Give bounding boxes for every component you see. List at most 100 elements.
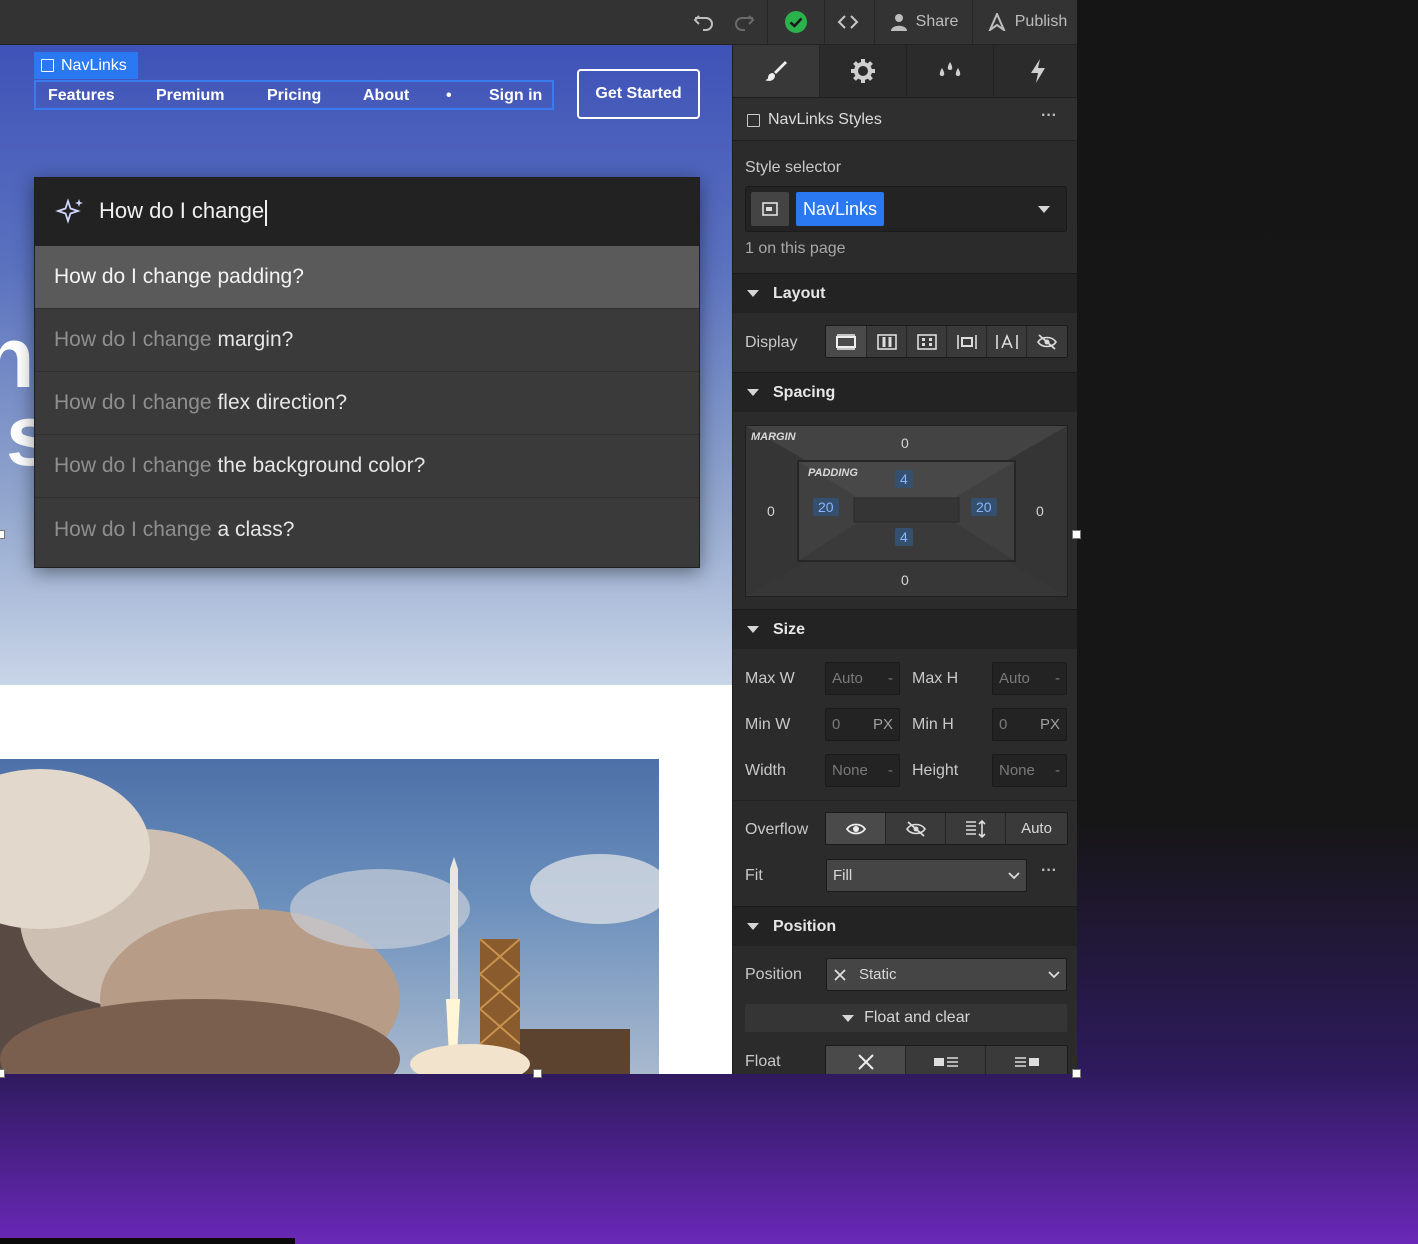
max-w-unit[interactable]: - xyxy=(888,670,893,687)
padding-right-value[interactable]: 20 xyxy=(971,498,997,516)
more-options-icon[interactable]: ··· xyxy=(1041,862,1057,880)
max-h-field[interactable]: Auto - xyxy=(992,662,1067,695)
float-none-icon[interactable] xyxy=(826,1046,906,1074)
publish-button[interactable]: Publish xyxy=(982,0,1072,44)
style-selector-field[interactable]: NavLinks xyxy=(745,186,1067,232)
nav-link-premium[interactable]: Premium xyxy=(156,87,224,105)
float-clear-toggle[interactable]: Float and clear xyxy=(745,1004,1067,1032)
more-options-icon[interactable]: ··· xyxy=(1041,107,1057,125)
sparkle-icon xyxy=(55,198,83,224)
width-label: Width xyxy=(745,762,786,779)
get-started-button[interactable]: Get Started xyxy=(577,69,700,119)
resize-handle[interactable] xyxy=(1072,530,1081,539)
suggestion-prefix: How do I change xyxy=(54,454,212,477)
margin-bottom-value[interactable]: 0 xyxy=(901,572,909,588)
element-header: NavLinks Styles ··· xyxy=(733,97,1077,141)
style-selector-label: Style selector xyxy=(745,159,842,176)
min-w-unit[interactable]: PX xyxy=(873,716,893,733)
position-value: Static xyxy=(859,966,897,983)
published-check-icon[interactable] xyxy=(776,0,816,44)
suggestion-prefix: How do I change xyxy=(54,391,212,414)
margin-label: MARGIN xyxy=(751,431,796,443)
max-w-value: Auto xyxy=(832,670,863,687)
selected-element-tag[interactable]: NavLinks xyxy=(34,52,138,79)
suggestion-item[interactable]: How do I change a class? xyxy=(35,498,699,561)
max-h-unit[interactable]: - xyxy=(1055,670,1060,687)
position-label: Position xyxy=(745,966,802,983)
layout-section-header[interactable]: Layout xyxy=(733,273,1077,313)
overflow-visible-icon[interactable] xyxy=(826,813,886,844)
navlinks-selection[interactable]: Features Premium Pricing About • Sign in xyxy=(34,80,554,110)
margin-right-value[interactable]: 0 xyxy=(1036,503,1044,519)
style-panel: NavLinks Styles ··· Style selector NavLi… xyxy=(732,45,1077,1074)
ai-query-input[interactable]: How do I change xyxy=(35,178,699,246)
settings-tab[interactable] xyxy=(820,45,907,97)
display-inline-icon[interactable] xyxy=(987,326,1027,357)
selector-chip[interactable]: NavLinks xyxy=(796,192,885,226)
max-w-field[interactable]: Auto - xyxy=(825,662,900,695)
margin-top-value[interactable]: 0 xyxy=(901,435,909,451)
display-block-icon[interactable] xyxy=(826,326,867,357)
max-h-label: Max H xyxy=(912,670,959,687)
redo-icon[interactable] xyxy=(726,0,762,44)
float-left-icon[interactable] xyxy=(906,1046,986,1074)
undo-icon[interactable] xyxy=(686,0,722,44)
interactions-tab[interactable] xyxy=(994,45,1077,97)
chevron-down-icon[interactable] xyxy=(1038,206,1050,213)
min-h-unit[interactable]: PX xyxy=(1040,716,1060,733)
resize-handle[interactable] xyxy=(1072,1069,1081,1078)
margin-left-value[interactable]: 0 xyxy=(767,503,775,519)
margin-box[interactable]: MARGIN 0 0 0 0 PADDING 4 4 20 20 xyxy=(745,425,1068,597)
suggestion-item[interactable]: How do I change flex direction? xyxy=(35,372,699,435)
overflow-auto-button[interactable]: Auto xyxy=(1006,813,1067,844)
chevron-down-icon xyxy=(1008,871,1020,879)
padding-top-value[interactable]: 4 xyxy=(895,470,913,488)
share-button[interactable]: Share xyxy=(884,0,964,44)
display-flex-icon[interactable] xyxy=(867,326,907,357)
fit-select[interactable]: Fill xyxy=(826,859,1027,892)
selector-type-icon[interactable] xyxy=(751,192,789,226)
style-tab[interactable] xyxy=(733,45,820,97)
design-canvas[interactable]: n ls NavLinks Features Premium Pricing A… xyxy=(0,45,732,1074)
hero-section[interactable]: n ls NavLinks Features Premium Pricing A… xyxy=(0,45,732,685)
position-section-header[interactable]: Position xyxy=(733,906,1077,946)
ai-query-text: How do I change xyxy=(99,198,265,224)
padding-left-value[interactable]: 20 xyxy=(813,498,839,516)
resize-handle[interactable] xyxy=(0,1069,5,1078)
size-section-header[interactable]: Size xyxy=(733,609,1077,649)
resize-handle[interactable] xyxy=(0,530,5,539)
overflow-scroll-icon[interactable] xyxy=(946,813,1006,844)
padding-bottom-value[interactable]: 4 xyxy=(895,528,913,546)
ai-assistant-popup: How do I change How do I change padding?… xyxy=(34,177,700,568)
nav-link-sign-in[interactable]: Sign in xyxy=(489,87,542,105)
height-field[interactable]: None - xyxy=(992,754,1067,787)
spacing-title: Spacing xyxy=(773,383,836,401)
padding-label: PADDING xyxy=(808,467,858,479)
display-grid-icon[interactable] xyxy=(907,326,947,357)
resize-handle[interactable] xyxy=(533,1069,542,1078)
nav-link-about[interactable]: About xyxy=(363,87,409,105)
width-field[interactable]: None - xyxy=(825,754,900,787)
suggestion-item[interactable]: How do I change margin? xyxy=(35,309,699,372)
overflow-hidden-icon[interactable] xyxy=(886,813,946,844)
position-select[interactable]: Static xyxy=(826,958,1067,991)
padding-box[interactable]: PADDING 4 4 20 20 xyxy=(797,460,1016,562)
display-inline-block-icon[interactable] xyxy=(947,326,987,357)
min-h-value: 0 xyxy=(999,716,1008,733)
suggestion-item[interactable]: How do I change padding? xyxy=(35,246,699,309)
suggestion-item[interactable]: How do I change the background color? xyxy=(35,435,699,498)
rocket-icon xyxy=(988,13,1006,31)
nav-link-features[interactable]: Features xyxy=(48,87,115,105)
style-manager-tab[interactable] xyxy=(907,45,994,97)
min-h-field[interactable]: 0 PX xyxy=(992,708,1067,741)
nav-link-pricing[interactable]: Pricing xyxy=(267,87,321,105)
publish-label: Publish xyxy=(1014,13,1068,30)
spacing-section-header[interactable]: Spacing xyxy=(733,372,1077,412)
code-icon[interactable] xyxy=(830,0,866,44)
width-unit[interactable]: - xyxy=(888,762,893,779)
paintbrush-icon xyxy=(765,61,787,81)
height-unit[interactable]: - xyxy=(1055,762,1060,779)
min-w-field[interactable]: 0 PX xyxy=(825,708,900,741)
float-right-icon[interactable] xyxy=(986,1046,1067,1074)
display-none-icon[interactable] xyxy=(1027,326,1067,357)
